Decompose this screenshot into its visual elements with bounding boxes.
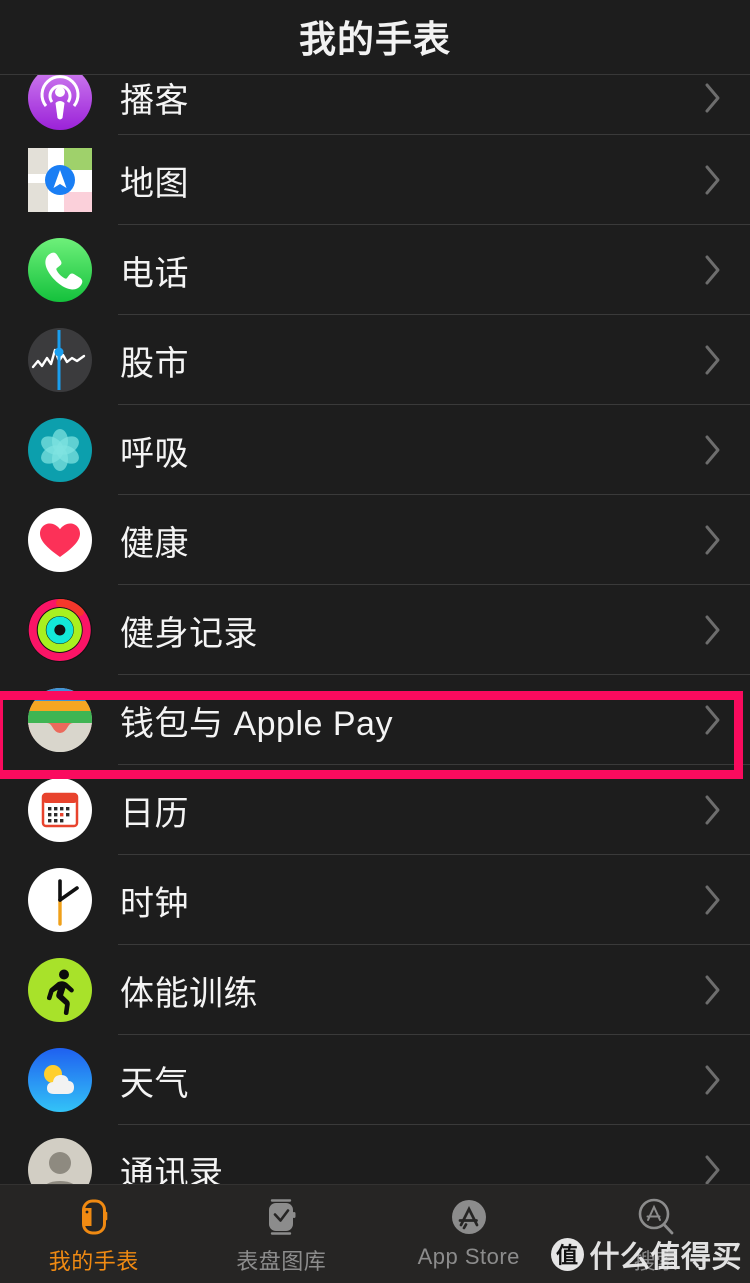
list-row-label: 地图 bbox=[120, 164, 189, 203]
podcasts-icon bbox=[28, 75, 92, 130]
list-row-label: 通讯录 bbox=[120, 1154, 224, 1185]
clock-icon bbox=[28, 868, 92, 932]
list-row-label: 健身记录 bbox=[120, 614, 258, 653]
chevron-right-icon bbox=[704, 1154, 722, 1184]
watch-face-icon bbox=[258, 1194, 304, 1240]
wallet-icon bbox=[28, 688, 92, 752]
chevron-right-icon bbox=[704, 884, 722, 916]
watch-icon bbox=[71, 1194, 117, 1240]
chevron-right-icon bbox=[704, 82, 722, 114]
list-row-label: 股市 bbox=[120, 344, 189, 383]
chevron-right-icon bbox=[704, 254, 722, 286]
calendar-icon bbox=[28, 778, 92, 842]
page-header: 我的手表 bbox=[0, 0, 750, 72]
activity-icon bbox=[28, 598, 92, 662]
list-row-label: 健康 bbox=[120, 524, 189, 563]
list-row[interactable]: 播客 bbox=[0, 75, 750, 135]
app-store-icon bbox=[446, 1194, 492, 1240]
tab-label: 表盘图库 bbox=[236, 1249, 327, 1274]
list-row-label: 钱包与 Apple Pay bbox=[120, 704, 393, 743]
chevron-right-icon bbox=[704, 524, 722, 556]
phone-icon bbox=[28, 238, 92, 302]
weather-icon bbox=[28, 1048, 92, 1112]
watermark-badge-icon: 值 bbox=[550, 1237, 584, 1271]
chevron-right-icon bbox=[704, 704, 722, 736]
tab-app-store[interactable]: App Store bbox=[375, 1185, 563, 1283]
list-row[interactable]: 体能训练 bbox=[0, 945, 750, 1035]
chevron-right-icon bbox=[704, 344, 722, 376]
list-row[interactable]: 健身记录 bbox=[0, 585, 750, 675]
maps-icon bbox=[28, 148, 92, 212]
list-row[interactable]: 健康 bbox=[0, 495, 750, 585]
page-title: 我的手表 bbox=[299, 19, 451, 60]
tab-label: App Store bbox=[417, 1244, 520, 1269]
app-screen: 我的手表 播客 地图 电话 股市 呼吸 健康 健身记录 钱包与 Apple Pa… bbox=[0, 0, 750, 1283]
chevron-right-icon bbox=[704, 434, 722, 466]
chevron-right-icon bbox=[704, 164, 722, 196]
chevron-right-icon bbox=[704, 614, 722, 646]
watermark-text: 什么值得买 bbox=[589, 1241, 742, 1274]
list-row[interactable]: 天气 bbox=[0, 1035, 750, 1125]
chevron-right-icon bbox=[704, 1064, 722, 1096]
workout-icon bbox=[28, 958, 92, 1022]
list-row[interactable]: 钱包与 Apple Pay bbox=[0, 675, 750, 765]
list-row-label: 时钟 bbox=[120, 884, 189, 923]
health-icon bbox=[28, 508, 92, 572]
list-row[interactable]: 股市 bbox=[0, 315, 750, 405]
list-row-label: 电话 bbox=[120, 254, 189, 293]
list-row-label: 播客 bbox=[120, 82, 189, 120]
list-row-label: 呼吸 bbox=[120, 434, 189, 473]
breathe-icon bbox=[28, 418, 92, 482]
list-row[interactable]: 通讯录 bbox=[0, 1125, 750, 1184]
stocks-icon bbox=[28, 328, 92, 392]
list-row[interactable]: 地图 bbox=[0, 135, 750, 225]
chevron-right-icon bbox=[704, 974, 722, 1006]
watermark: 值 什么值得买 bbox=[550, 1232, 743, 1276]
list-row-label: 日历 bbox=[120, 794, 189, 833]
list-row-label: 体能训练 bbox=[120, 974, 258, 1013]
list-row[interactable]: 时钟 bbox=[0, 855, 750, 945]
list-row[interactable]: 呼吸 bbox=[0, 405, 750, 495]
tab-watch-face[interactable]: 表盘图库 bbox=[188, 1185, 376, 1283]
tab-watch[interactable]: 我的手表 bbox=[0, 1185, 188, 1283]
chevron-right-icon bbox=[704, 794, 722, 826]
contacts-icon bbox=[28, 1138, 92, 1184]
list-row[interactable]: 日历 bbox=[0, 765, 750, 855]
list-row-label: 天气 bbox=[120, 1064, 189, 1103]
tab-label: 我的手表 bbox=[48, 1249, 139, 1274]
settings-list[interactable]: 播客 地图 电话 股市 呼吸 健康 健身记录 钱包与 Apple Pay 日历 … bbox=[0, 75, 750, 1184]
list-row[interactable]: 电话 bbox=[0, 225, 750, 315]
